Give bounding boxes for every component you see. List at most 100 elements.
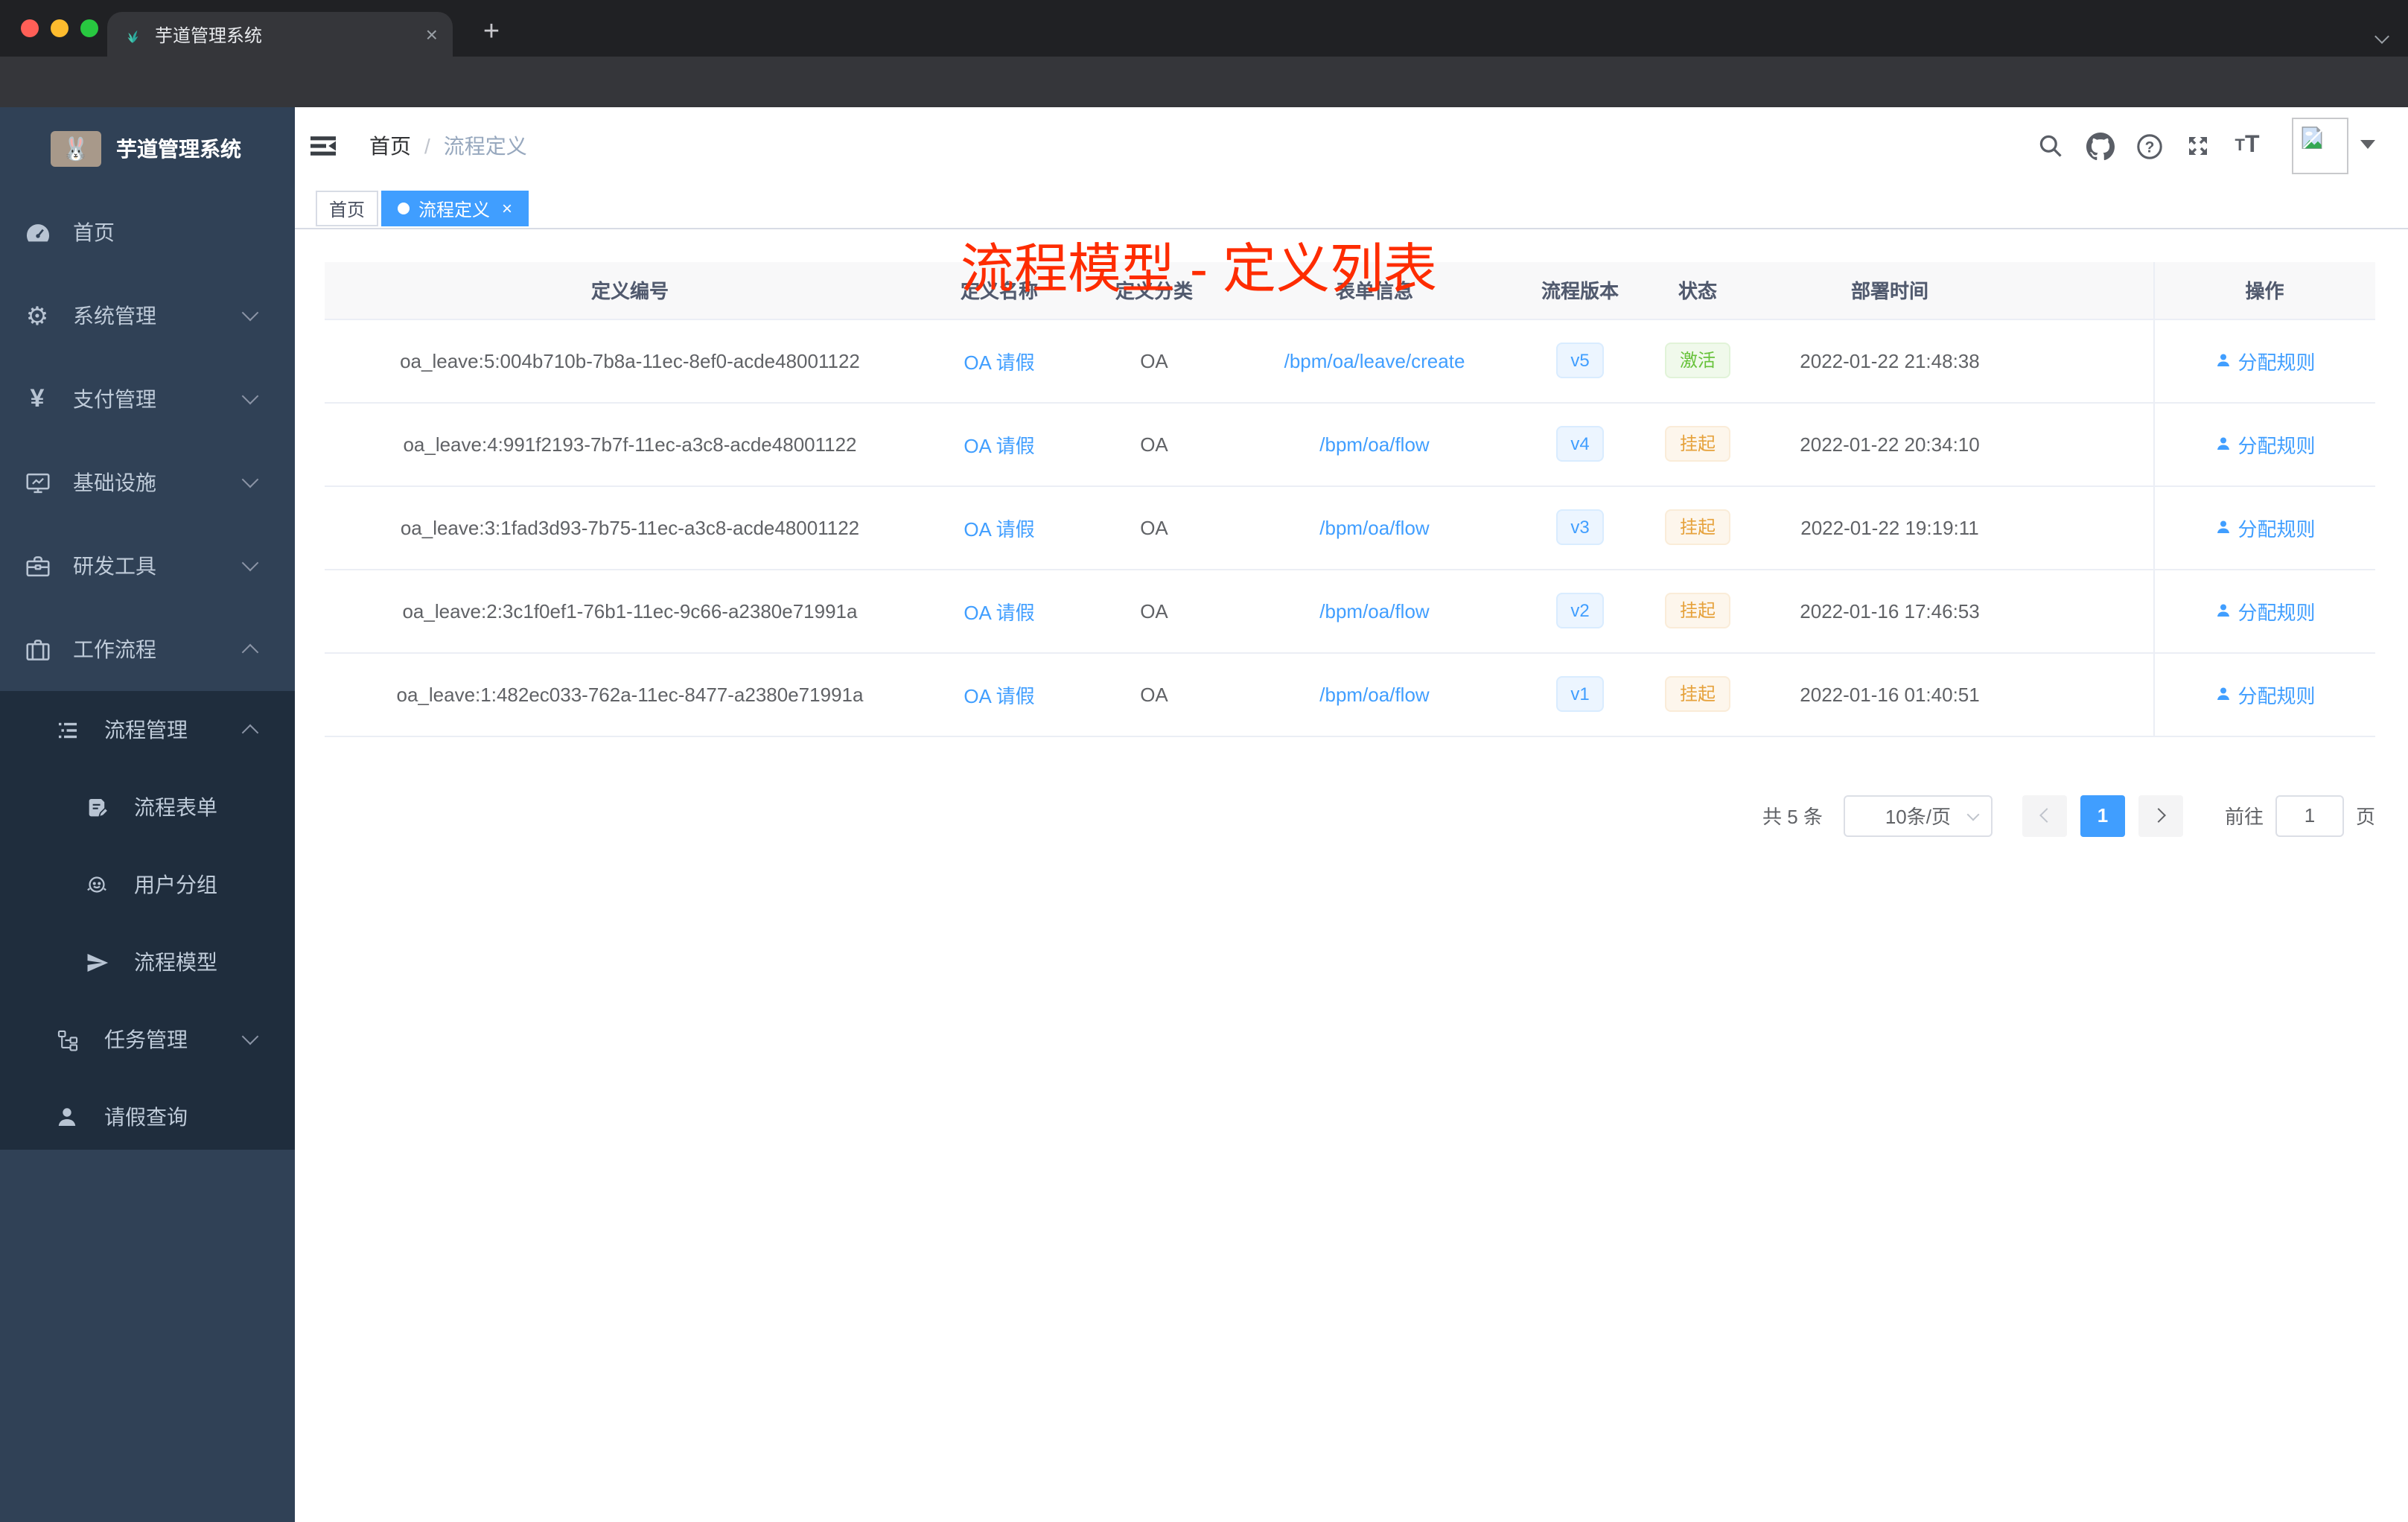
tag-home[interactable]: 首页 bbox=[316, 191, 379, 226]
cell-deploy-time: 2022-01-22 21:48:38 bbox=[1739, 319, 2040, 403]
assign-rule-button[interactable]: 分配规则 bbox=[2214, 513, 2316, 541]
table-row: oa_leave:1:482ec033-762a-11ec-8477-a2380… bbox=[325, 652, 2375, 736]
cell-spacer bbox=[2040, 402, 2153, 486]
sidebar-item-workflow[interactable]: 工作流程 bbox=[0, 608, 295, 691]
page-number-active[interactable]: 1 bbox=[2080, 795, 2125, 836]
version-tag[interactable]: v3 bbox=[1555, 509, 1605, 545]
goto-page-input[interactable] bbox=[2275, 795, 2344, 836]
help-icon[interactable]: ? bbox=[2134, 131, 2164, 161]
page-size-select[interactable]: 10条/页 bbox=[1843, 795, 1993, 836]
sidebar-item-task-management[interactable]: 任务管理 bbox=[0, 1001, 295, 1078]
page-unit-label: 页 bbox=[2355, 806, 2375, 828]
form-link[interactable]: /bpm/oa/leave/create bbox=[1284, 349, 1465, 372]
sidebar-item-leave-query[interactable]: 请假查询 bbox=[0, 1078, 295, 1156]
sidebar-item-infrastructure[interactable]: 基础设施 bbox=[0, 441, 295, 524]
sidebar-item-user-group[interactable]: 用户分组 bbox=[0, 846, 295, 923]
tag-label: 首页 bbox=[329, 199, 366, 220]
toolbox-icon bbox=[22, 551, 52, 581]
tag-close-icon[interactable]: × bbox=[502, 198, 512, 219]
cell-id: oa_leave:3:1fad3d93-7b75-11ec-a3c8-acde4… bbox=[325, 485, 935, 570]
sidebar-item-home[interactable]: 首页 bbox=[0, 191, 295, 274]
user-icon bbox=[52, 1102, 82, 1132]
col-header-status: 状态 bbox=[1656, 262, 1739, 319]
tab-search-chevron-icon[interactable] bbox=[2374, 22, 2389, 49]
favicon-sprout-icon bbox=[122, 24, 143, 45]
assign-rule-button[interactable]: 分配规则 bbox=[2214, 596, 2316, 625]
new-tab-button[interactable]: + bbox=[471, 13, 512, 55]
tag-process-definition[interactable]: 流程定义 × bbox=[381, 191, 529, 226]
sidebar-item-label: 工作流程 bbox=[73, 637, 156, 661]
font-size-icon[interactable]: TT bbox=[2232, 131, 2262, 161]
form-link[interactable]: /bpm/oa/flow bbox=[1319, 433, 1429, 455]
status-badge: 挂起 bbox=[1664, 426, 1730, 462]
form-link[interactable]: /bpm/oa/flow bbox=[1319, 599, 1429, 622]
col-header-spacer bbox=[2040, 262, 2153, 319]
definition-name-link[interactable]: OA 请假 bbox=[963, 434, 1034, 456]
sidebar-item-payment[interactable]: ¥ 支付管理 bbox=[0, 357, 295, 441]
cell-id: oa_leave:1:482ec033-762a-11ec-8477-a2380… bbox=[325, 652, 935, 736]
pagination: 共 5 条 10条/页 1 前往 页 bbox=[325, 795, 2375, 836]
github-icon[interactable] bbox=[2085, 131, 2115, 161]
definition-table: 定义编号 定义名称 定义分类 表单信息 流程版本 状态 部署时间 操作 oa_l… bbox=[325, 262, 2375, 736]
window-minimize-button[interactable] bbox=[51, 19, 69, 37]
form-link[interactable]: /bpm/oa/flow bbox=[1319, 516, 1429, 538]
sidebar-item-process-model[interactable]: 流程模型 bbox=[0, 923, 295, 1001]
version-tag[interactable]: v1 bbox=[1555, 676, 1605, 712]
tree-icon bbox=[52, 1025, 82, 1054]
sidebar-item-system[interactable]: ⚙ 系统管理 bbox=[0, 274, 295, 357]
cell-category: OA bbox=[1063, 402, 1245, 486]
sidebar-item-dev-tools[interactable]: 研发工具 bbox=[0, 524, 295, 608]
goto-label: 前往 bbox=[2224, 806, 2264, 828]
assign-rule-button[interactable]: 分配规则 bbox=[2214, 680, 2316, 708]
hamburger-icon[interactable] bbox=[308, 131, 338, 161]
table-row: oa_leave:2:3c1f0ef1-76b1-11ec-9c66-a2380… bbox=[325, 569, 2375, 653]
active-dot-icon bbox=[398, 203, 410, 214]
tag-label: 流程定义 bbox=[418, 199, 491, 220]
version-tag[interactable]: v5 bbox=[1555, 343, 1605, 378]
cell-id: oa_leave:5:004b710b-7b8a-11ec-8ef0-acde4… bbox=[325, 319, 935, 403]
sidebar-item-label: 请假查询 bbox=[104, 1105, 188, 1129]
window-close-button[interactable] bbox=[21, 19, 39, 37]
app-shell: 🐰 芋道管理系统 首页 ⚙ 系统管理 ¥ 支付管理 基础设施 研发工具 工作流程… bbox=[0, 107, 2408, 1522]
tab-close-icon[interactable]: × bbox=[426, 22, 438, 46]
sidebar-item-label: 支付管理 bbox=[73, 387, 156, 411]
definition-name-link[interactable]: OA 请假 bbox=[963, 684, 1034, 707]
chevron-right-icon bbox=[2151, 808, 2166, 823]
definition-name-link[interactable]: OA 请假 bbox=[963, 601, 1034, 623]
window-zoom-button[interactable] bbox=[80, 19, 98, 37]
avatar-dropdown-caret-icon[interactable] bbox=[2360, 140, 2375, 149]
fullscreen-icon[interactable] bbox=[2183, 131, 2213, 161]
chevron-down-icon bbox=[1966, 807, 1980, 821]
assign-rule-label: 分配规则 bbox=[2237, 518, 2316, 540]
screen: 芋道管理系统 × + 不安全 dashboard.yudao.iocoder.c… bbox=[0, 0, 2408, 1522]
assign-rule-button[interactable]: 分配规则 bbox=[2214, 346, 2316, 375]
sidebar-logo[interactable]: 🐰 芋道管理系统 bbox=[0, 107, 295, 191]
search-icon[interactable] bbox=[2036, 131, 2065, 161]
user-icon bbox=[2217, 354, 2229, 366]
assign-rule-label: 分配规则 bbox=[2237, 434, 2316, 456]
version-tag[interactable]: v2 bbox=[1555, 593, 1605, 628]
definition-name-link[interactable]: OA 请假 bbox=[963, 518, 1034, 540]
gear-icon: ⚙ bbox=[25, 302, 49, 330]
browser-tab[interactable]: 芋道管理系统 × bbox=[107, 12, 453, 57]
version-tag[interactable]: v4 bbox=[1555, 426, 1605, 462]
sidebar-item-label: 任务管理 bbox=[104, 1028, 188, 1051]
chevron-down-icon bbox=[241, 304, 259, 322]
briefcase-icon bbox=[22, 634, 52, 664]
prev-page-button[interactable] bbox=[2022, 795, 2067, 836]
avatar[interactable] bbox=[2292, 118, 2348, 174]
monitor-icon bbox=[22, 468, 52, 497]
yen-icon: ¥ bbox=[30, 384, 45, 413]
cell-deploy-time: 2022-01-22 20:34:10 bbox=[1739, 402, 2040, 486]
breadcrumb-home[interactable]: 首页 bbox=[369, 131, 411, 161]
sidebar-item-label: 流程模型 bbox=[134, 950, 217, 974]
sidebar-item-label: 研发工具 bbox=[73, 554, 156, 578]
next-page-button[interactable] bbox=[2138, 795, 2183, 836]
definition-name-link[interactable]: OA 请假 bbox=[963, 351, 1034, 373]
user-icon bbox=[2217, 520, 2229, 533]
form-link[interactable]: /bpm/oa/flow bbox=[1319, 683, 1429, 705]
cell-category: OA bbox=[1063, 569, 1245, 653]
sidebar-item-process-management[interactable]: 流程管理 bbox=[0, 691, 295, 768]
assign-rule-button[interactable]: 分配规则 bbox=[2214, 430, 2316, 458]
sidebar-item-process-form[interactable]: 流程表单 bbox=[0, 768, 295, 846]
